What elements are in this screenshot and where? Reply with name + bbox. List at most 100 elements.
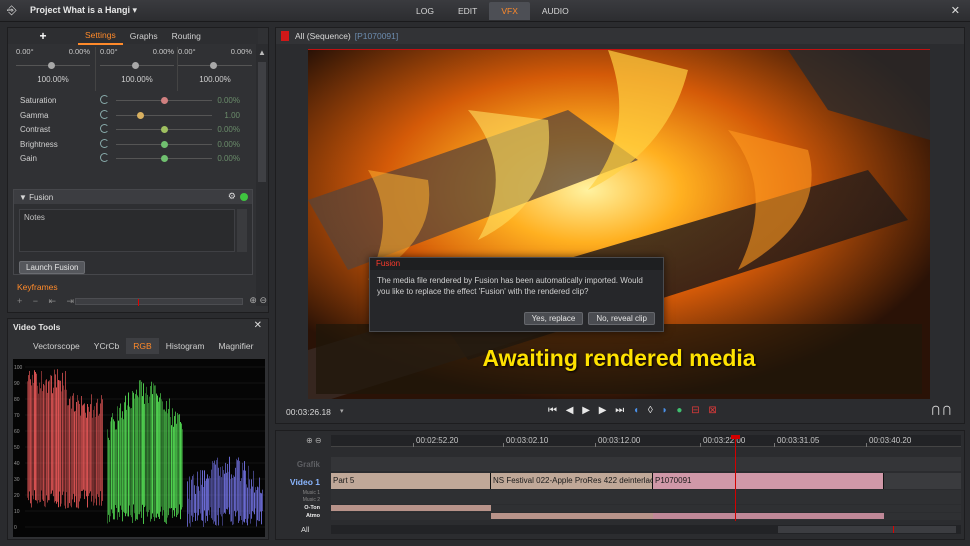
timeline-clip[interactable]: NS Festival 022-Apple ProRes 422 deinter…: [491, 473, 653, 489]
slider-knob[interactable]: [161, 126, 168, 133]
scope-scale-label: 70: [14, 413, 20, 419]
slider-knob[interactable]: [132, 62, 139, 69]
timecode-display[interactable]: 00:03:26.18: [286, 407, 331, 417]
video-tools-panel: Video Tools ✕ Vectorscope YCrCb RGB Hist…: [7, 318, 269, 540]
track-lane-grafik[interactable]: [331, 457, 961, 471]
dialog-message: The media file rendered by Fusion has be…: [377, 276, 643, 296]
wheel-slider[interactable]: [178, 61, 252, 71]
track-label-atmo[interactable]: Atmo: [280, 513, 320, 519]
all-tracks-label[interactable]: All: [301, 525, 309, 534]
scrollbar-thumb[interactable]: [778, 526, 956, 533]
track-lane-music[interactable]: [331, 490, 961, 504]
slider-knob[interactable]: [210, 62, 217, 69]
fusion-header[interactable]: ▼ Fusion ⚙: [14, 190, 252, 204]
notes-field[interactable]: Notes: [19, 209, 235, 252]
exit-icon[interactable]: ⎆: [7, 4, 21, 17]
wheel-slider[interactable]: [16, 61, 90, 71]
reset-icon[interactable]: [100, 124, 109, 133]
yes-replace-button[interactable]: Yes, replace: [523, 312, 584, 325]
slider-knob[interactable]: [161, 140, 168, 148]
viewer-panel: All (Sequence) [P1070091] Awaiting rende…: [275, 27, 965, 424]
track-label-grafik[interactable]: Grafik: [280, 460, 320, 469]
overwrite-icon[interactable]: ⊠: [708, 405, 719, 416]
tab-edit[interactable]: EDIT: [446, 2, 489, 20]
timeline-clip[interactable]: Part 5: [331, 473, 491, 489]
track-lane-o-ton[interactable]: [331, 505, 961, 512]
skip-end-icon[interactable]: ⏭: [615, 405, 627, 416]
reset-icon[interactable]: [100, 95, 109, 104]
keyframe-controls[interactable]: + − ⇤ ⇥: [17, 296, 78, 307]
scrollbar-thumb[interactable]: [258, 62, 266, 182]
awaiting-media-text: Awaiting rendered media: [482, 345, 756, 371]
mark-in-icon[interactable]: ◖: [633, 405, 642, 416]
scope-scale-label: 40: [14, 461, 20, 467]
tab-ycrcb[interactable]: YCrCb: [87, 338, 127, 354]
tab-audio[interactable]: AUDIO: [530, 2, 581, 20]
add-effect-button[interactable]: +: [8, 29, 78, 43]
project-title[interactable]: Project What is a Hangi ▾: [30, 5, 137, 16]
slider-knob[interactable]: [161, 155, 168, 162]
tab-rgb[interactable]: RGB: [126, 338, 159, 354]
tab-vectorscope[interactable]: Vectorscope: [26, 338, 87, 354]
gear-icon[interactable]: ⚙: [228, 191, 236, 202]
video-preview[interactable]: Awaiting rendered media Fusion The media…: [308, 49, 930, 399]
scroll-up-icon[interactable]: ▲: [258, 48, 266, 57]
record-icon[interactable]: ●: [676, 405, 685, 416]
track-label-o-ton[interactable]: O-Ton: [280, 505, 320, 511]
track-lane-atmo[interactable]: [331, 513, 961, 520]
sequence-label[interactable]: All (Sequence) [P1070091]: [295, 31, 398, 41]
launch-fusion-button[interactable]: Launch Fusion: [19, 261, 86, 274]
audio-clip[interactable]: [331, 505, 491, 511]
keyframe-track[interactable]: [75, 298, 243, 306]
tab-log[interactable]: LOG: [404, 2, 446, 20]
adjustment-value: 0.00%: [217, 96, 240, 105]
wheel-slider[interactable]: [100, 61, 174, 71]
slider-knob[interactable]: [161, 97, 168, 104]
tab-histogram[interactable]: Histogram: [159, 338, 212, 354]
mark-out-icon[interactable]: ◗: [662, 405, 671, 416]
track-lane-video-1[interactable]: Part 5 NS Festival 022-Apple ProRes 422 …: [331, 473, 961, 489]
tab-routing[interactable]: Routing: [165, 28, 208, 44]
settings-scrollbar[interactable]: ▲: [256, 44, 268, 306]
reset-icon[interactable]: [100, 138, 109, 148]
scope-scale-label: 50: [14, 445, 20, 451]
close-icon[interactable]: ✕: [951, 4, 960, 17]
ruler-label: 00:02:52.20: [416, 436, 459, 445]
timeline-ruler[interactable]: 00:02:52.20 00:03:02.10 00:03:12.00 00:0…: [331, 435, 961, 447]
step-forward-icon[interactable]: ▶: [599, 405, 610, 416]
status-dot-icon[interactable]: [240, 193, 248, 201]
track-label-music-1[interactable]: Music 1: [280, 490, 320, 496]
tab-magnifier[interactable]: Magnifier: [211, 338, 260, 354]
collapse-icon[interactable]: ▼: [19, 193, 29, 202]
adjustment-slider[interactable]: [116, 114, 212, 116]
timeline-clip[interactable]: P1070091: [653, 473, 884, 489]
close-icon[interactable]: ✕: [254, 320, 262, 331]
tab-settings[interactable]: Settings: [78, 27, 123, 45]
track-label-music-2[interactable]: Music 2: [280, 497, 320, 503]
loop-icon[interactable]: ⋂⋂: [932, 405, 954, 416]
reset-icon[interactable]: [100, 153, 109, 162]
zoom-icon[interactable]: ⊕ ⊖: [249, 295, 267, 306]
marker-icon[interactable]: ◊: [648, 405, 656, 416]
playhead[interactable]: [735, 437, 736, 521]
zoom-icon[interactable]: ⊕ ⊖: [306, 436, 322, 445]
slider-knob[interactable]: [137, 111, 144, 119]
no-reveal-clip-button[interactable]: No, reveal clip: [588, 312, 655, 325]
insert-icon[interactable]: ⊟: [691, 405, 702, 416]
skip-start-icon[interactable]: ⏮: [548, 405, 560, 416]
play-icon[interactable]: ▶: [582, 405, 593, 416]
slider-knob[interactable]: [48, 62, 55, 69]
track-label-video-1[interactable]: Video 1: [280, 477, 320, 487]
notes-scrollbar[interactable]: [237, 209, 247, 252]
step-back-icon[interactable]: ◀: [566, 405, 577, 416]
timeline-scrollbar[interactable]: [331, 525, 961, 534]
chevron-down-icon[interactable]: ▾: [340, 407, 344, 415]
keyframes-row: + − ⇤ ⇥ ⊕ ⊖: [17, 295, 269, 308]
color-wheel-gain: 0.00° 0.00% 100.00%: [178, 47, 252, 91]
audio-clip[interactable]: [491, 513, 653, 519]
reset-icon[interactable]: [100, 109, 109, 119]
tab-graphs[interactable]: Graphs: [123, 28, 165, 44]
audio-clip[interactable]: [653, 513, 884, 519]
settings-tabs: + Settings Graphs Routing: [8, 27, 258, 45]
tab-vfx[interactable]: VFX: [489, 2, 530, 20]
